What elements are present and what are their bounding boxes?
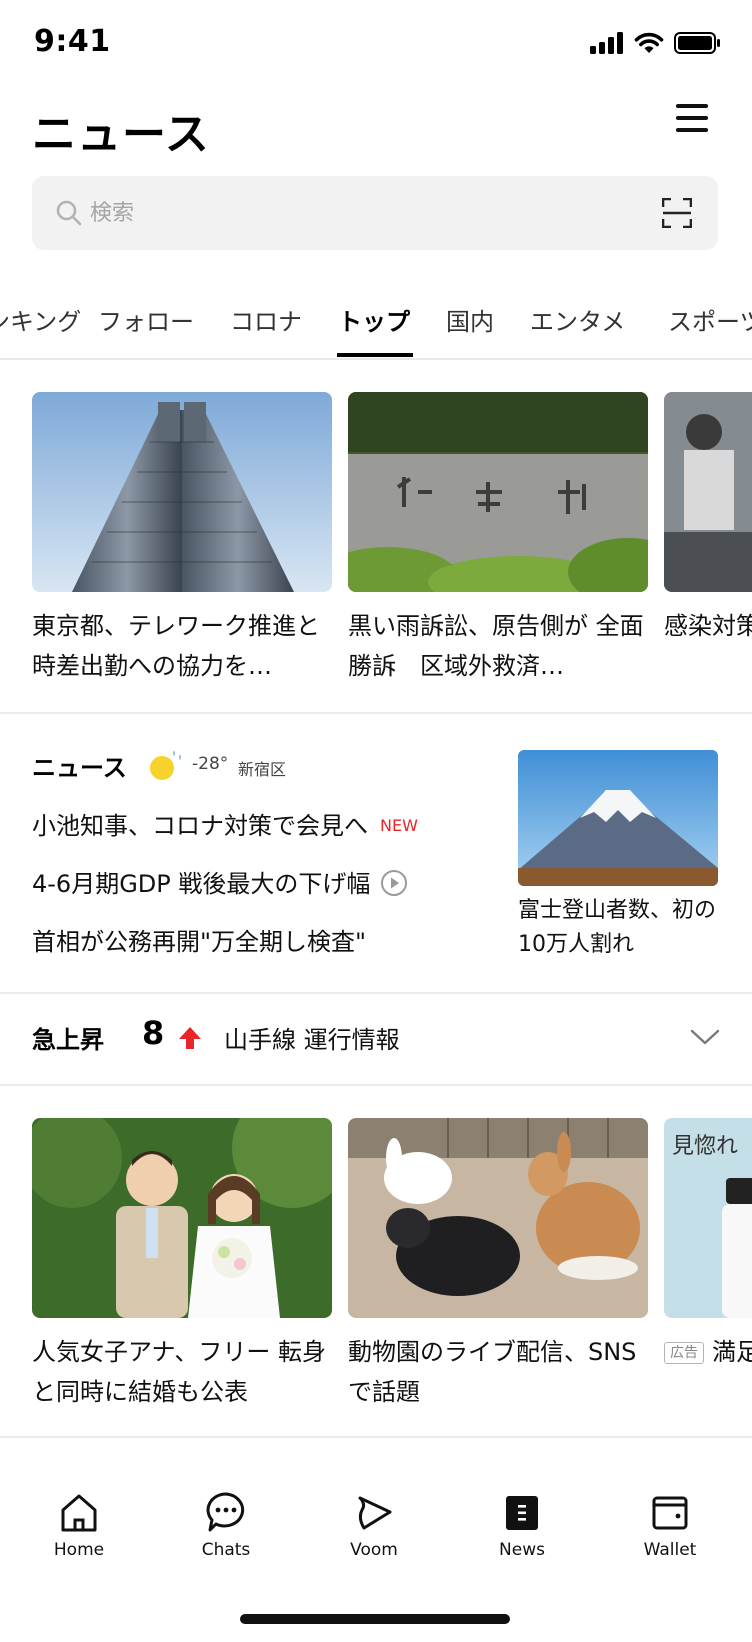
- ad-title: 満足スッピン: [712, 1338, 752, 1366]
- side-news-card[interactable]: 富士登山者数、初の10万人割れ: [518, 750, 718, 962]
- tab-domestic[interactable]: 国内: [446, 302, 494, 337]
- nav-news[interactable]: News: [462, 1488, 582, 1560]
- search-icon: [56, 200, 82, 226]
- section-divider: [0, 1436, 752, 1438]
- menu-icon[interactable]: [676, 104, 708, 134]
- ad-label: 広告: [664, 1342, 704, 1364]
- ad-card[interactable]: 見惚れ 広告満足スッピン: [664, 1118, 752, 1408]
- voom-icon: [358, 1496, 392, 1530]
- news-heading: ニュース: [32, 754, 127, 782]
- headline-item[interactable]: 4-6月期GDP 戦後最大の下げ幅: [32, 864, 408, 899]
- section-divider: [0, 1084, 752, 1086]
- tab-entertainment[interactable]: エンタメ: [530, 302, 625, 337]
- card-title: 動物園のライブ配信、SNSで話題: [348, 1338, 637, 1406]
- news-card[interactable]: 動物園のライブ配信、SNSで話題: [348, 1118, 648, 1408]
- signal-icon: [590, 32, 623, 54]
- wallet-icon: [652, 1496, 688, 1530]
- news-icon: [506, 1496, 538, 1530]
- card-image-wedding: [32, 1118, 332, 1318]
- nav-home[interactable]: Home: [19, 1488, 139, 1560]
- nav-label: Voom: [350, 1540, 398, 1560]
- news-digest: ニュース -28° 新宿区 小池知事、コロナ対策で会見へ NEW 4-6月期GDP…: [0, 714, 752, 992]
- nav-chats[interactable]: Chats: [166, 1488, 286, 1560]
- status-icons: [590, 32, 720, 54]
- nav-label: Home: [53, 1540, 105, 1560]
- card-image-restaurant: [664, 392, 752, 592]
- play-icon: [381, 870, 408, 896]
- weather-temperature: -28°: [192, 754, 229, 774]
- trending-bar[interactable]: 急上昇 8 山手線 運行情報: [0, 994, 752, 1084]
- headline-text: 小池知事、コロナ対策で会見へ: [32, 812, 368, 840]
- news-card[interactable]: 東京都、テレワーク推進と時差出勤への協力を…: [32, 392, 332, 682]
- headline-text: 4-6月期GDP 戦後最大の下げ幅: [32, 870, 371, 898]
- card-title: 感染対策こと7選: [664, 612, 752, 640]
- nav-wallet[interactable]: Wallet: [610, 1488, 730, 1560]
- nav-label: News: [499, 1540, 545, 1560]
- card-title: 人気女子アナ、フリー 転身と同時に結婚も公表: [32, 1338, 326, 1406]
- headline-item[interactable]: 首相が公務再開"万全期し検査": [32, 922, 366, 957]
- page-title: ニュース: [32, 109, 210, 160]
- ad-image-caption: 見惚れ: [672, 1134, 739, 1159]
- sun-icon: [150, 750, 181, 780]
- active-tab-indicator: [337, 353, 413, 357]
- tab-sports[interactable]: スポーツ: [668, 302, 752, 337]
- nav-label: Wallet: [643, 1540, 697, 1560]
- scan-icon[interactable]: [662, 198, 692, 228]
- status-bar: 9:41: [0, 0, 752, 90]
- status-time: 9:41: [34, 24, 111, 59]
- card-image-serum-ad: 見惚れ: [664, 1118, 752, 1318]
- tab-ranking[interactable]: ランキング: [0, 302, 81, 337]
- nav-voom[interactable]: Voom: [314, 1488, 434, 1560]
- tab-top[interactable]: トップ: [338, 302, 410, 337]
- headline-item[interactable]: 小池知事、コロナ対策で会見へ NEW: [32, 806, 418, 841]
- chevron-down-icon[interactable]: [690, 1028, 720, 1046]
- new-badge: NEW: [380, 816, 418, 835]
- up-arrow-icon: [179, 1027, 201, 1049]
- card-title: 黒い雨訴訟、原告側が 全面勝訴 区域外救済…: [348, 612, 644, 680]
- tab-follow[interactable]: フォロー: [98, 302, 194, 337]
- weather-location: 新宿区: [238, 760, 287, 779]
- card-title: 広告満足スッピン: [664, 1332, 752, 1408]
- search-input[interactable]: [90, 194, 610, 232]
- home-indicator: [240, 1614, 510, 1624]
- trending-rank: 8: [142, 1014, 165, 1052]
- news-card[interactable]: 感染対策こと7選: [664, 392, 752, 682]
- news-card[interactable]: 人気女子アナ、フリー 転身と同時に結婚も公表: [32, 1118, 332, 1408]
- card-image-rabbits: [348, 1118, 648, 1318]
- nav-label: Chats: [201, 1540, 251, 1560]
- category-tabs: ランキング フォロー コロナ トップ 国内 エンタメ スポーツ: [0, 290, 752, 360]
- trending-topic: 山手線 運行情報: [224, 1026, 400, 1054]
- home-icon: [61, 1494, 97, 1532]
- news-card[interactable]: 黒い雨訴訟、原告側が 全面勝訴 区域外救済…: [348, 392, 648, 682]
- wifi-icon: [634, 32, 664, 53]
- battery-icon: [674, 32, 720, 54]
- chat-icon: [206, 1492, 245, 1532]
- trending-label: 急上昇: [32, 1026, 104, 1054]
- card-image-court-sign: [348, 392, 648, 592]
- search-bar[interactable]: [32, 176, 718, 250]
- card-image-tokyo-tower: [32, 392, 332, 592]
- top-news-carousel: 東京都、テレワーク推進と時差出勤への協力を… 黒い雨訴訟、原告側が 全面勝訴 区…: [0, 392, 752, 682]
- side-card-title: 富士登山者数、初の10万人割れ: [518, 898, 717, 957]
- card-title: 東京都、テレワーク推進と時差出勤への協力を…: [32, 612, 320, 680]
- card-image-mount-fuji: [518, 750, 718, 886]
- tab-corona[interactable]: コロナ: [230, 302, 302, 337]
- headline-text: 首相が公務再開"万全期し検査": [32, 928, 367, 956]
- feature-carousel: 人気女子アナ、フリー 転身と同時に結婚も公表 動物園のライブ配信、SNSで話題 …: [0, 1118, 752, 1408]
